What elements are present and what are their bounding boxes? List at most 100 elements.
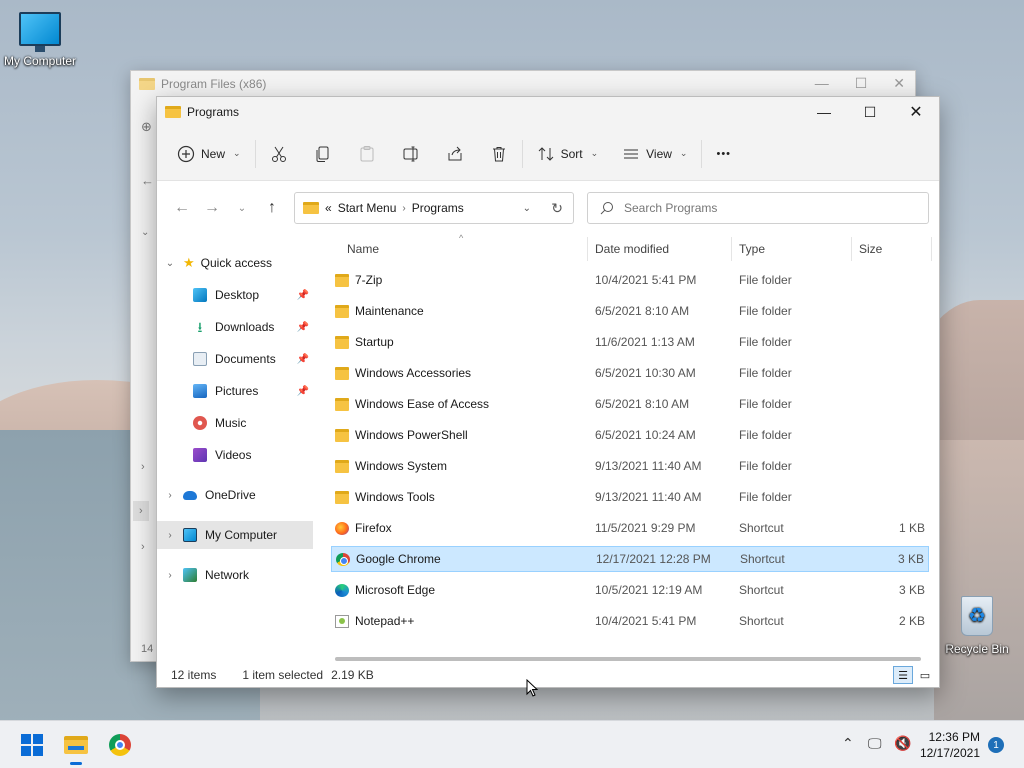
maximize-button[interactable]: ☐ [847,97,893,127]
search-input[interactable]: Search Programs [624,201,717,215]
taskbar-file-explorer[interactable] [62,731,90,765]
horizontal-scrollbar[interactable] [335,657,921,661]
show-hidden-icons-icon[interactable]: ⌃ [842,735,854,752]
explorer-window[interactable]: Programs — ☐ ✕ New ⌄ Sort ⌄ View ⌄ ••• ←… [156,96,940,688]
file-row[interactable]: Windows Tools 9/13/2021 11:40 AM File fold… [331,484,929,510]
desktop-icon-label: Recycle Bin [945,642,1009,656]
close-button[interactable]: ✕ [893,97,939,127]
background-window-title-text: Program Files (x86) [161,77,267,91]
system-clock[interactable]: 12:36 PM 12/17/2021 [920,729,980,761]
chevron-right-icon[interactable]: › [157,570,183,581]
file-row[interactable]: Windows Accessories 6/5/2021 10:30 AM File… [331,360,929,386]
folder-icon [335,335,349,349]
close-icon[interactable]: ✕ [893,75,905,92]
file-row[interactable]: Windows System 9/13/2021 11:40 AM File fol… [331,453,929,479]
network-icon[interactable]: 🖵 [868,735,882,752]
chevron-right-icon[interactable]: › [157,530,183,541]
nav-network[interactable]: › Network [157,561,313,589]
music-icon [193,416,207,430]
file-row[interactable]: Google Chrome 12/17/2021 12:28 PM Shortcut… [331,546,929,572]
column-divider[interactable] [587,237,588,261]
breadcrumb-start-menu[interactable]: Start Menu [338,201,397,215]
scissors-icon [271,146,286,162]
desktop-icon-my-computer[interactable]: My Computer [0,8,80,68]
column-header-name[interactable]: Name [347,235,379,263]
file-size: 3 KB [897,552,924,566]
refresh-icon[interactable]: ↻ [551,200,563,217]
breadcrumb-programs[interactable]: Programs [412,201,464,215]
forward-button[interactable]: → [197,199,227,217]
volume-muted-icon[interactable]: 🔇 [894,735,911,752]
desktop-icon-recycle-bin[interactable]: ♻ Recycle Bin [938,596,1016,656]
chevron-right-icon[interactable]: › [402,203,405,214]
column-header-size[interactable]: Size [859,235,882,263]
file-row[interactable]: 7-Zip 10/4/2021 5:41 PM File folder [331,267,929,293]
title-bar[interactable]: Programs — ☐ ✕ [157,97,939,127]
cut-button[interactable] [264,137,294,171]
address-bar[interactable]: « Start Menu › Programs ⌄ ↻ [294,192,574,224]
nav-pictures[interactable]: Pictures 📌 [157,377,313,405]
minimize-button[interactable]: — [801,97,847,127]
taskbar-chrome[interactable] [106,731,134,759]
nav-label: Quick access [200,256,273,270]
nav-onedrive[interactable]: › OneDrive [157,481,313,509]
rename-button[interactable] [396,137,426,171]
file-row[interactable]: Notepad++ 10/4/2021 5:41 PM Shortcut 2 KB [331,608,929,634]
file-name: Google Chrome [356,552,441,566]
copy-button[interactable] [308,137,338,171]
nav-my-computer[interactable]: › My Computer [157,521,313,549]
back-arrow-icon: ← [141,173,154,188]
file-date-modified: 6/5/2021 10:30 AM [595,366,696,380]
file-type: File folder [739,428,792,442]
sort-button[interactable]: Sort ⌄ [531,137,605,171]
delete-button[interactable] [484,137,514,171]
file-type: File folder [739,366,792,380]
nav-quick-access[interactable]: ⌄ ★ Quick access [157,249,313,277]
nav-label: Desktop [215,288,260,302]
column-header-date[interactable]: Date modified [595,235,669,263]
nav-downloads[interactable]: ⭳ Downloads 📌 [157,313,313,341]
column-divider[interactable] [851,237,852,261]
more-options-button[interactable]: ••• [710,137,737,171]
chevron-down-icon: ⌄ [233,148,241,158]
address-overflow[interactable]: « [325,201,332,215]
file-date-modified: 6/5/2021 8:10 AM [595,397,690,411]
up-button[interactable]: ↑ [257,199,287,217]
file-row[interactable]: Firefox 11/5/2021 9:29 PM Shortcut 1 KB [331,515,929,541]
nav-desktop[interactable]: Desktop 📌 [157,281,313,309]
file-row[interactable]: Startup 11/6/2021 1:13 AM File folder [331,329,929,355]
chevron-down-icon[interactable]: ⌄ [523,203,531,214]
tiles-view-button[interactable]: ▭ [915,666,935,684]
file-date-modified: 11/5/2021 9:29 PM [595,521,696,535]
nav-videos[interactable]: Videos [157,441,313,469]
file-row[interactable]: Microsoft Edge 10/5/2021 12:19 AM Shortcut… [331,577,929,603]
share-button[interactable] [440,137,470,171]
details-view-button[interactable]: ☰ [893,666,913,684]
column-divider[interactable] [931,237,932,261]
nav-music[interactable]: Music [157,409,313,437]
chevron-right-icon[interactable]: › [157,490,183,501]
file-type: Shortcut [740,552,785,566]
paste-button[interactable] [352,137,382,171]
nav-documents[interactable]: Documents 📌 [157,345,313,373]
recent-locations-button[interactable]: ⌄ [227,203,257,214]
notification-badge[interactable]: 1 [988,737,1004,753]
maximize-icon[interactable]: ☐ [855,75,868,92]
recycle-bin-icon: ♻ [961,596,993,636]
file-type: Shortcut [739,583,784,597]
file-row[interactable]: Windows Ease of Access 6/5/2021 8:10 AM Fi… [331,391,929,417]
back-button[interactable]: ← [167,199,197,217]
view-button[interactable]: View ⌄ [616,137,693,171]
chevron-down-icon[interactable]: ⌄ [157,258,183,269]
file-row[interactable]: Windows PowerShell 6/5/2021 10:24 AM File … [331,422,929,448]
nav-label: Documents [215,352,276,366]
status-bar: 12 items 1 item selected 2.19 KB [157,663,939,687]
new-button[interactable]: New ⌄ [171,137,247,171]
search-box[interactable]: Search Programs [587,192,929,224]
column-header-type[interactable]: Type [739,235,765,263]
notepad-plus-plus-icon [335,614,349,628]
file-row[interactable]: Maintenance 6/5/2021 8:10 AM File folder [331,298,929,324]
minimize-icon[interactable]: — [815,75,829,92]
column-divider[interactable] [731,237,732,261]
start-button[interactable] [18,731,46,759]
